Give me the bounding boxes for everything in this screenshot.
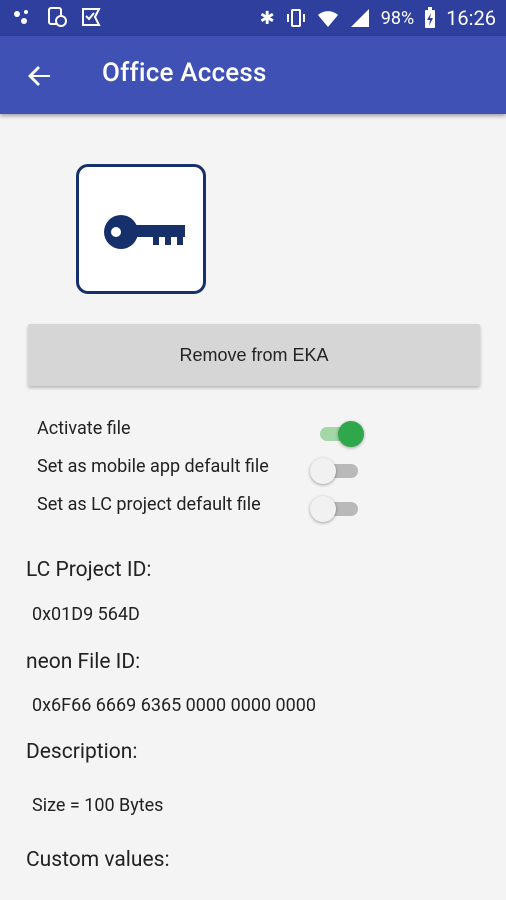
page-title: Office Access [102,58,267,88]
option-label-activate-file: Activate file [37,418,131,439]
battery-percent: 98% [380,7,415,29]
key-icon [104,215,185,249]
mobile-default-toggle[interactable] [310,455,368,485]
status-bar: ✱ 98% 16:26 [0,0,506,36]
document-timer-icon [48,7,67,27]
toggle-thumb [338,421,364,447]
remove-from-eka-button[interactable]: Remove from EKA [28,324,480,386]
neon-file-id-value: 0x6F66 6669 6365 0000 0000 0000 [32,695,316,716]
app-bar: Office Access [0,36,506,114]
option-label-mobile-default: Set as mobile app default file [37,456,269,477]
wifi-icon [317,11,338,27]
lc-project-id-value: 0x01D9 564D [32,604,140,625]
vibrate-icon [286,9,305,27]
battery-charging-icon [425,7,436,28]
file-key-image [76,164,206,294]
lc-default-toggle[interactable] [310,493,368,523]
description-label: Description: [26,740,138,764]
network-dots-icon [14,10,28,24]
back-arrow-icon[interactable] [20,56,60,96]
activate-file-toggle[interactable] [312,418,368,448]
lc-project-id-label: LC Project ID: [26,558,152,582]
option-label-lc-default: Set as LC project default file [37,494,261,515]
toggle-thumb [310,458,336,484]
bluetooth-icon: ✱ [259,7,275,29]
neon-file-id-label: neon File ID: [26,650,141,674]
notification-icons [12,6,102,28]
signal-icon [350,9,369,27]
custom-values-label: Custom values: [26,848,170,872]
system-icons: ✱ 98% 16:26 [260,6,496,30]
checklist-icon [82,8,101,26]
description-value: Size = 100 Bytes [32,795,164,816]
toggle-thumb [310,496,336,522]
clock: 16:26 [446,6,496,30]
